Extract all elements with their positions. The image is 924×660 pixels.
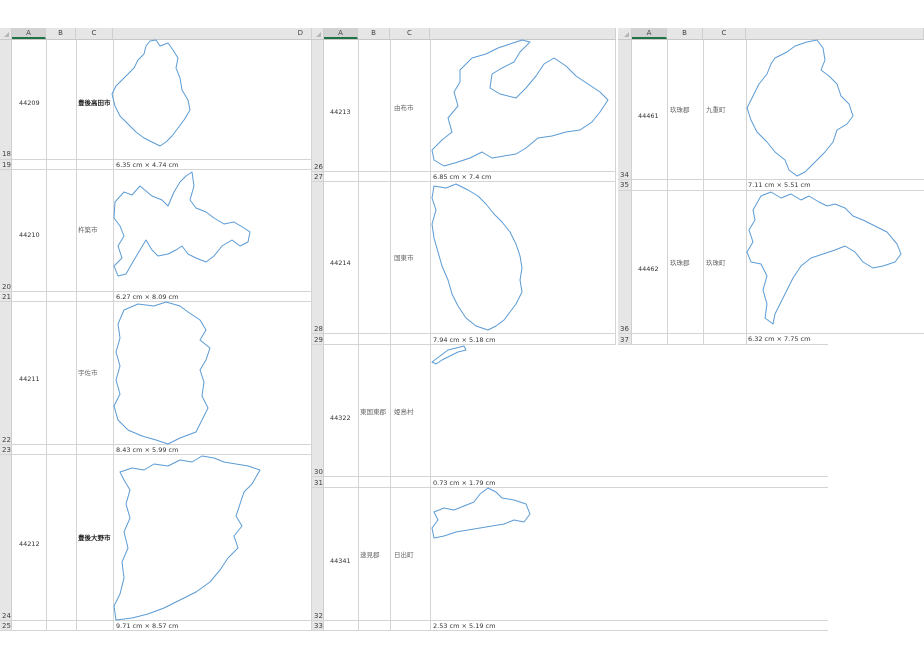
cell-code[interactable]: 44211	[19, 375, 40, 383]
municipality-outline-image[interactable]	[110, 38, 200, 150]
column-header-c[interactable]: C	[76, 28, 113, 39]
row-number[interactable]: 18	[2, 150, 11, 158]
municipality-outline-image[interactable]	[430, 344, 470, 369]
cell-code[interactable]: 44461	[638, 112, 659, 120]
cell-code[interactable]: 44213	[330, 108, 351, 116]
row-number[interactable]: 28	[314, 325, 323, 333]
row-header	[618, 40, 632, 345]
column-header-a[interactable]: A	[324, 28, 358, 39]
cell-municipality[interactable]: 豊後大野市	[78, 534, 111, 542]
municipality-outline-image[interactable]	[430, 182, 530, 332]
column-header-c[interactable]: C	[390, 28, 430, 39]
column-header-row: A B C	[312, 28, 616, 40]
row-number[interactable]: 22	[2, 436, 11, 444]
municipality-outline-image[interactable]	[110, 170, 255, 280]
row-number[interactable]: 33	[314, 622, 323, 630]
row-number[interactable]: 29	[314, 336, 323, 344]
municipality-outline-image[interactable]	[430, 39, 615, 170]
row-number[interactable]: 20	[2, 283, 11, 291]
cell-size[interactable]: 6.32 cm × 7.75 cm	[748, 335, 810, 343]
row-number[interactable]: 30	[314, 468, 323, 476]
column-header-d[interactable]	[430, 28, 616, 39]
cell-municipality[interactable]: 豊後高田市	[78, 99, 111, 107]
top-strip	[0, 0, 924, 28]
cell-code[interactable]: 44212	[19, 540, 40, 548]
cell-municipality[interactable]: 国東市	[394, 254, 414, 262]
column-header-b[interactable]: B	[667, 28, 703, 39]
cell-code[interactable]: 44322	[330, 414, 351, 422]
row-number[interactable]: 34	[620, 171, 629, 179]
cell-code[interactable]: 44209	[19, 99, 40, 107]
column-header-b[interactable]: B	[46, 28, 76, 39]
municipality-outline-image[interactable]	[745, 38, 857, 178]
column-header-a[interactable]: A	[12, 28, 46, 39]
row-number[interactable]: 25	[2, 622, 11, 630]
cell-municipality[interactable]: 玖珠町	[706, 259, 726, 267]
row-number[interactable]: 37	[620, 336, 629, 344]
cell-municipality[interactable]: 宇佐市	[78, 369, 98, 377]
cell-code[interactable]: 44214	[330, 259, 351, 267]
cell-municipality[interactable]: 杵築市	[78, 226, 98, 234]
cell-code[interactable]: 44462	[638, 265, 659, 273]
cell-district[interactable]: 東国東郡	[360, 408, 386, 416]
column-header-b[interactable]: B	[358, 28, 390, 39]
row-number[interactable]: 24	[2, 612, 11, 620]
row-number[interactable]: 19	[2, 161, 11, 169]
row-number[interactable]: 36	[620, 325, 629, 333]
select-all-triangle-icon[interactable]	[0, 28, 12, 39]
cell-code[interactable]: 44210	[19, 231, 40, 239]
select-all-triangle-icon[interactable]	[312, 28, 324, 39]
cell-district[interactable]: 速見郡	[360, 551, 380, 559]
cell-district[interactable]: 玖珠郡	[670, 259, 690, 267]
column-header-a[interactable]: A	[632, 28, 667, 39]
row-number[interactable]: 27	[314, 173, 323, 181]
cell-municipality[interactable]: 九重町	[706, 106, 726, 114]
row-number[interactable]: 31	[314, 479, 323, 487]
cell-size[interactable]: 6.35 cm × 4.74 cm	[116, 161, 178, 169]
row-number[interactable]: 21	[2, 293, 11, 301]
cell-code[interactable]: 44341	[330, 557, 351, 565]
cell-municipality[interactable]: 日出町	[394, 551, 414, 559]
cell-size[interactable]: 7.94 cm × 5.18 cm	[433, 336, 495, 344]
row-number[interactable]: 26	[314, 163, 323, 171]
municipality-outline-image[interactable]	[745, 190, 903, 325]
row-header	[312, 40, 324, 630]
row-header	[0, 40, 12, 630]
select-all-triangle-icon[interactable]	[618, 28, 632, 39]
cell-size[interactable]: 9.71 cm × 8.57 cm	[116, 622, 178, 630]
cell-municipality[interactable]: 姫島村	[394, 408, 414, 416]
cell-municipality[interactable]: 由布市	[394, 104, 414, 112]
municipality-outline-image[interactable]	[430, 486, 535, 541]
municipality-outline-image[interactable]	[110, 452, 270, 622]
row-number[interactable]: 35	[620, 181, 629, 189]
row-number[interactable]: 23	[2, 446, 11, 454]
municipality-outline-image[interactable]	[110, 300, 220, 450]
cell-size[interactable]: 6.85 cm × 7.4 cm	[433, 173, 491, 181]
column-header-c[interactable]: C	[703, 28, 746, 39]
row-number[interactable]: 32	[314, 612, 323, 620]
cell-district[interactable]: 玖珠郡	[670, 106, 690, 114]
cell-size[interactable]: 2.53 cm × 5.19 cm	[433, 622, 495, 630]
cell-size[interactable]: 7.11 cm × 5.51 cm	[748, 181, 810, 189]
